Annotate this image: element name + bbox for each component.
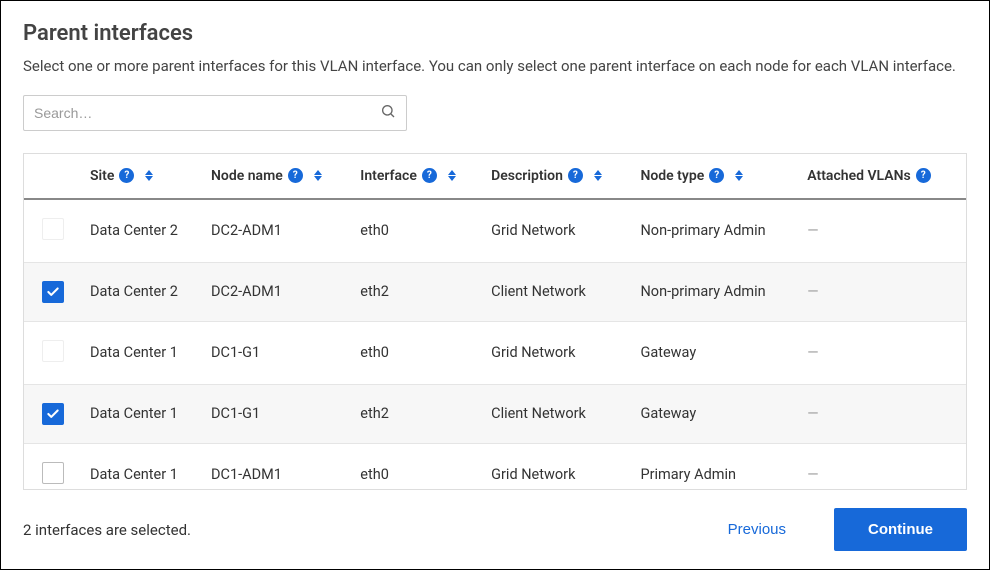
cell-attached-vlans: — xyxy=(801,262,966,321)
previous-button[interactable]: Previous xyxy=(710,511,804,548)
cell-node-type: Gateway xyxy=(634,321,801,384)
col-site-label: Site xyxy=(90,168,114,184)
help-icon[interactable]: ? xyxy=(916,168,931,183)
cell-site: Data Center 2 xyxy=(86,199,205,263)
selection-count: 2 interfaces are selected. xyxy=(23,521,191,539)
cell-interface: eth0 xyxy=(354,199,485,263)
search-icon xyxy=(380,103,396,123)
table-row[interactable]: Data Center 2DC2-ADM1eth0Grid NetworkNon… xyxy=(24,199,966,263)
help-icon[interactable]: ? xyxy=(709,168,724,183)
sort-icon[interactable] xyxy=(735,170,743,181)
continue-button[interactable]: Continue xyxy=(834,508,967,551)
col-nodetype-label: Node type xyxy=(640,168,704,184)
sort-icon[interactable] xyxy=(448,170,456,181)
help-icon[interactable]: ? xyxy=(422,168,437,183)
cell-node-type: Gateway xyxy=(634,384,801,443)
cell-node-type: Non-primary Admin xyxy=(634,262,801,321)
col-attachedvlans-label: Attached VLANs xyxy=(807,168,910,184)
col-interface-label: Interface xyxy=(360,168,417,184)
cell-interface: eth2 xyxy=(354,384,485,443)
sort-icon[interactable] xyxy=(594,170,602,181)
interfaces-table-scroll[interactable]: Site ? Node name ? xyxy=(24,154,966,489)
help-icon[interactable]: ? xyxy=(568,168,583,183)
cell-site: Data Center 1 xyxy=(86,384,205,443)
cell-description: Grid Network xyxy=(485,443,634,489)
cell-site: Data Center 2 xyxy=(86,262,205,321)
cell-attached-vlans: — xyxy=(801,199,966,263)
table-row[interactable]: Data Center 1DC1-G1eth2Client NetworkGat… xyxy=(24,384,966,443)
search-input[interactable] xyxy=(34,105,380,121)
cell-attached-vlans: — xyxy=(801,443,966,489)
cell-node-name: DC1-G1 xyxy=(205,384,354,443)
table-row[interactable]: Data Center 1DC1-G1eth0Grid NetworkGatew… xyxy=(24,321,966,384)
cell-description: Grid Network xyxy=(485,321,634,384)
row-checkbox[interactable] xyxy=(42,218,64,240)
row-checkbox[interactable] xyxy=(42,462,64,484)
search-field[interactable] xyxy=(23,95,407,131)
cell-description: Client Network xyxy=(485,262,634,321)
col-nodetype-header[interactable]: Node type ? xyxy=(634,154,801,199)
col-description-label: Description xyxy=(491,168,563,184)
cell-attached-vlans: — xyxy=(801,321,966,384)
cell-attached-vlans: — xyxy=(801,384,966,443)
col-nodename-header[interactable]: Node name ? xyxy=(205,154,354,199)
help-icon[interactable]: ? xyxy=(119,168,134,183)
footer: 2 interfaces are selected. Previous Cont… xyxy=(23,490,967,551)
row-checkbox[interactable] xyxy=(42,403,64,425)
cell-interface: eth0 xyxy=(354,321,485,384)
table-row[interactable]: Data Center 1DC1-ADM1eth0Grid NetworkPri… xyxy=(24,443,966,489)
cell-site: Data Center 1 xyxy=(86,321,205,384)
parent-interfaces-panel: Parent interfaces Select one or more par… xyxy=(0,0,990,570)
interfaces-table: Site ? Node name ? xyxy=(24,154,966,489)
help-icon[interactable]: ? xyxy=(288,168,303,183)
col-nodename-label: Node name xyxy=(211,168,283,184)
col-site-header[interactable]: Site ? xyxy=(86,154,205,199)
cell-site: Data Center 1 xyxy=(86,443,205,489)
cell-node-name: DC1-ADM1 xyxy=(205,443,354,489)
col-interface-header[interactable]: Interface ? xyxy=(354,154,485,199)
cell-node-name: DC2-ADM1 xyxy=(205,262,354,321)
col-attachedvlans-header[interactable]: Attached VLANs ? xyxy=(801,154,966,199)
sort-icon[interactable] xyxy=(145,170,153,181)
cell-node-name: DC2-ADM1 xyxy=(205,199,354,263)
col-description-header[interactable]: Description ? xyxy=(485,154,634,199)
cell-description: Client Network xyxy=(485,384,634,443)
page-description: Select one or more parent interfaces for… xyxy=(23,56,967,77)
interfaces-table-container: Site ? Node name ? xyxy=(23,153,967,490)
page-title: Parent interfaces xyxy=(23,21,967,46)
cell-interface: eth0 xyxy=(354,443,485,489)
cell-node-type: Primary Admin xyxy=(634,443,801,489)
cell-node-type: Non-primary Admin xyxy=(634,199,801,263)
row-checkbox[interactable] xyxy=(42,340,64,362)
cell-description: Grid Network xyxy=(485,199,634,263)
table-row[interactable]: Data Center 2DC2-ADM1eth2Client NetworkN… xyxy=(24,262,966,321)
cell-interface: eth2 xyxy=(354,262,485,321)
row-checkbox[interactable] xyxy=(42,281,64,303)
col-checkbox-header xyxy=(24,154,86,199)
cell-node-name: DC1-G1 xyxy=(205,321,354,384)
sort-icon[interactable] xyxy=(314,170,322,181)
